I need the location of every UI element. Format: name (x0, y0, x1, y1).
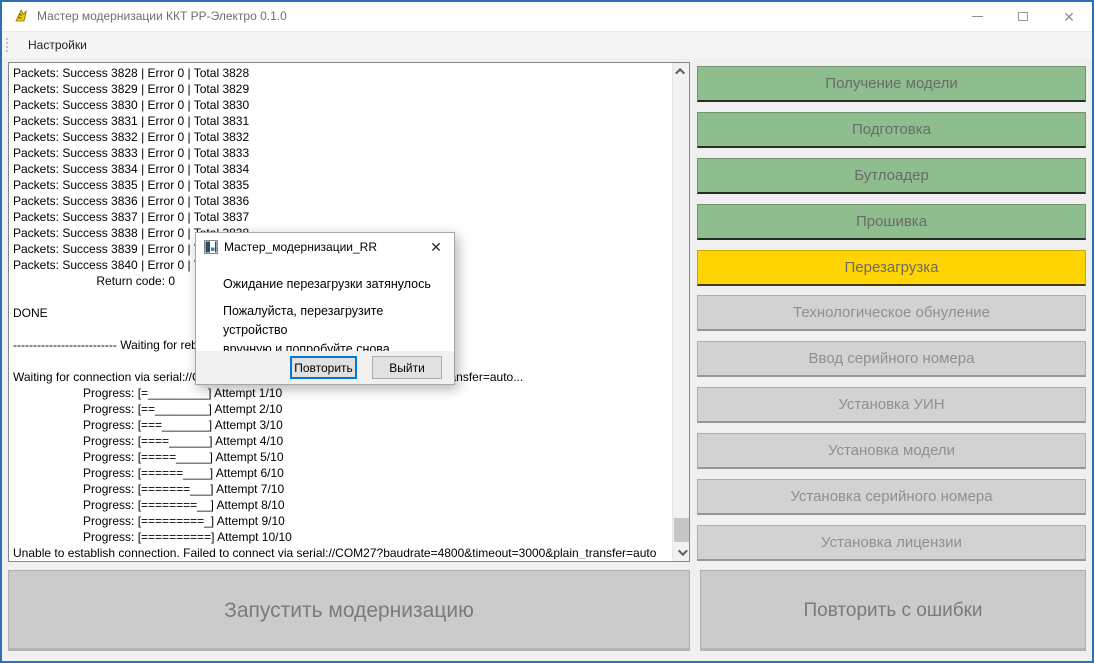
log-line: Progress: [==________] Attempt 2/10 (13, 401, 670, 417)
chevron-up-icon (675, 68, 685, 78)
dialog-body: Ожидание перезагрузки затянулось Пожалуй… (223, 277, 446, 359)
log-line: Progress: [====______] Attempt 4/10 (13, 433, 670, 449)
log-line: Progress: [=_________] Attempt 1/10 (13, 385, 670, 401)
title-bar: Мастер модернизации ККТ РР-Электро 0.1.0… (2, 2, 1092, 31)
dialog-message-line: Пожалуйста, перезагрузите устройство (223, 302, 446, 340)
log-line: Packets: Success 3835 | Error 0 | Total … (13, 177, 670, 193)
stage-button-column: Получение модели Подготовка Бутлоадер Пр… (697, 66, 1086, 561)
dialog-close-icon: ✕ (430, 239, 442, 256)
log-line: Packets: Success 3828 | Error 0 | Total … (13, 65, 670, 81)
dialog-footer: Повторить Выйти (196, 351, 454, 384)
dialog-message-line: Ожидание перезагрузки затянулось (223, 277, 446, 291)
log-scrollbar[interactable] (672, 63, 689, 561)
log-line: Packets: Success 3833 | Error 0 | Total … (13, 145, 670, 161)
dialog-close-button[interactable]: ✕ (427, 238, 445, 256)
log-line: Packets: Success 3829 | Error 0 | Total … (13, 81, 670, 97)
retry-from-error-button[interactable]: Повторить с ошибки (700, 570, 1086, 651)
scroll-down-button[interactable] (673, 544, 690, 561)
stage-button-reboot[interactable]: Перезагрузка (697, 250, 1086, 286)
log-line: Progress: [========__] Attempt 8/10 (13, 497, 670, 513)
start-modernization-button[interactable]: Запустить модернизацию (8, 570, 690, 651)
stage-button-uin-set[interactable]: Установка УИН (697, 387, 1086, 423)
log-line: Progress: [==========] Attempt 10/10 (13, 529, 670, 545)
dialog-exit-button[interactable]: Выйти (372, 356, 442, 379)
toolbar-grip-icon (6, 38, 8, 54)
minimize-button[interactable] (954, 2, 1000, 31)
menu-item-settings[interactable]: Настройки (23, 32, 92, 59)
maximize-button[interactable] (1000, 2, 1046, 31)
dialog-title-bar: Мастер_модернизации_RR ✕ (196, 233, 454, 261)
dialog-app-icon (204, 240, 218, 254)
reboot-timeout-dialog: Мастер_модернизации_RR ✕ Ожидание переза… (195, 232, 455, 385)
stage-button-firmware[interactable]: Прошивка (697, 204, 1086, 240)
log-line: Packets: Success 3830 | Error 0 | Total … (13, 97, 670, 113)
log-line: Progress: [=====_____] Attempt 5/10 (13, 449, 670, 465)
log-line: Packets: Success 3831 | Error 0 | Total … (13, 113, 670, 129)
app-window: Мастер модернизации ККТ РР-Электро 0.1.0… (0, 0, 1094, 663)
log-line: Progress: [=======___] Attempt 7/10 (13, 481, 670, 497)
stage-button-serial-entry[interactable]: Ввод серийного номера (697, 341, 1086, 377)
dialog-retry-button[interactable]: Повторить (290, 356, 357, 379)
dialog-title: Мастер_модернизации_RR (224, 233, 377, 261)
close-button[interactable]: ✕ (1046, 2, 1092, 31)
log-line: Progress: [======____] Attempt 6/10 (13, 465, 670, 481)
minimize-icon (972, 16, 983, 17)
log-line: Packets: Success 3834 | Error 0 | Total … (13, 161, 670, 177)
log-line: Unable to establish connection. Failed t… (13, 545, 670, 559)
stage-button-preparation[interactable]: Подготовка (697, 112, 1086, 148)
chevron-down-icon (678, 546, 688, 556)
log-line: Packets: Success 3836 | Error 0 | Total … (13, 193, 670, 209)
menu-bar: Настройки (2, 31, 1092, 58)
stage-button-serial-set[interactable]: Установка серийного номера (697, 479, 1086, 515)
scrollbar-thumb[interactable] (674, 518, 689, 542)
scroll-up-button[interactable] (673, 63, 690, 80)
close-icon: ✕ (1063, 10, 1075, 24)
stage-button-tech-reset[interactable]: Технологическое обнуление (697, 295, 1086, 331)
stage-button-license-set[interactable]: Установка лицензии (697, 525, 1086, 561)
log-line: Progress: [===_______] Attempt 3/10 (13, 417, 670, 433)
stage-button-bootloader[interactable]: Бутлоадер (697, 158, 1086, 194)
maximize-icon (1018, 12, 1028, 21)
log-line: Packets: Success 3837 | Error 0 | Total … (13, 209, 670, 225)
caption-buttons: ✕ (954, 2, 1092, 31)
window-title: Мастер модернизации ККТ РР-Электро 0.1.0 (37, 2, 287, 31)
app-logo-icon (13, 8, 29, 24)
stage-button-model-fetch[interactable]: Получение модели (697, 66, 1086, 102)
log-line: Progress: [=========_] Attempt 9/10 (13, 513, 670, 529)
stage-button-model-set[interactable]: Установка модели (697, 433, 1086, 469)
log-line: Packets: Success 3832 | Error 0 | Total … (13, 129, 670, 145)
